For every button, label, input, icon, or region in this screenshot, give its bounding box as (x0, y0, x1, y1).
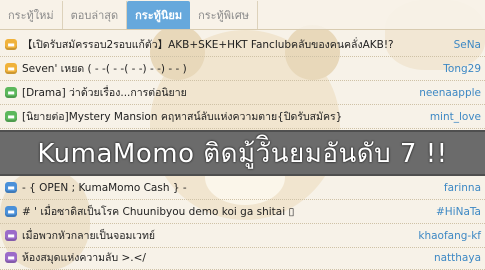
blue-chat-icon: ▬ (5, 206, 17, 217)
yellow-chat-icon: ▬ (5, 39, 17, 50)
list-item[interactable]: ▬ [Drama] ว่าด้วยเรื่อง...การต่อนิยาย ne… (0, 81, 485, 105)
topic-title[interactable]: 【เปิดรับสมัครรอบ2รอบแก้ตัว】AKB+SKE+HKT F… (22, 36, 454, 53)
list-item[interactable]: ▬ ห้องสมุดแห่งความลับ >.</ natthaya (0, 246, 485, 270)
topic-title[interactable]: ห้องสมุดแห่งความลับ >.</ (22, 249, 434, 266)
list-item[interactable]: ▬ 【เปิดรับสมัครรอบ2รอบแก้ตัว】AKB+SKE+HKT… (0, 33, 485, 57)
list-item[interactable]: ▬ Seven' เหยด ( - -( - -( - -) - -) - - … (0, 57, 485, 81)
topic-author[interactable]: khaofang-kf (418, 230, 485, 242)
topic-title[interactable]: [Drama] ว่าด้วยเรื่อง...การต่อนิยาย (22, 84, 419, 101)
blue-chat-icon: ▬ (5, 182, 17, 193)
green-chat-icon: ▬ (5, 111, 17, 122)
list-item[interactable]: ▬ เมื่อพวกหัวกลายเป็นจอมเวทย์ khaofang-k… (0, 224, 485, 248)
topic-title[interactable]: Seven' เหยด ( - -( - -( - -) - -) - - ) (22, 60, 443, 77)
tab-new-topics[interactable]: กระทู้ใหม่ (0, 1, 63, 29)
tab-special-topics[interactable]: กระทู้พิเศษ (190, 1, 259, 29)
list-item[interactable]: ▬ - { OPEN ; KumaMomo Cash } - farinna (0, 176, 485, 200)
banner-text: KumaMomo ติดมู้วัินยมอันดับ 7 !! (37, 138, 448, 169)
topic-author[interactable]: mint_love (430, 111, 485, 123)
topic-author[interactable]: Tong29 (443, 63, 485, 75)
purple-chat-icon: ▬ (5, 252, 17, 263)
popular-rank-banner: KumaMomo ติดมู้วัินยมอันดับ 7 !! (0, 130, 485, 176)
topic-title[interactable]: เมื่อพวกหัวกลายเป็นจอมเวทย์ (22, 227, 418, 244)
yellow-chat-icon: ▬ (5, 63, 17, 74)
green-chat-icon: ▬ (5, 87, 17, 98)
list-item[interactable]: ▬ [นิยายต่อ]Mystery Mansion คฤหาสน์ลับแห… (0, 105, 485, 129)
tab-bar: กระทู้ใหม่ ตอบล่าสุด กระทู้นิยม กระทู้พิ… (0, 0, 485, 30)
topic-author[interactable]: SeNa (454, 39, 485, 51)
topic-author[interactable]: neenaapple (419, 87, 485, 99)
topic-author[interactable]: farinna (444, 182, 485, 194)
tab-latest-replies[interactable]: ตอบล่าสุด (63, 1, 128, 29)
tab-popular-topics[interactable]: กระทู้นิยม (127, 1, 191, 29)
topic-author[interactable]: natthaya (434, 252, 485, 264)
topic-title[interactable]: [นิยายต่อ]Mystery Mansion คฤหาสน์ลับแห่ง… (22, 108, 430, 125)
topic-title[interactable]: # ' เมื่อซาดิสเป็นโรค Chuunibyou demo ko… (22, 203, 436, 220)
list-item[interactable]: ▬ # ' เมื่อซาดิสเป็นโรค Chuunibyou demo … (0, 200, 485, 224)
purple-chat-icon: ▬ (5, 230, 17, 241)
topic-title[interactable]: - { OPEN ; KumaMomo Cash } - (22, 182, 444, 194)
topic-author[interactable]: #HiNaTa (436, 206, 485, 218)
